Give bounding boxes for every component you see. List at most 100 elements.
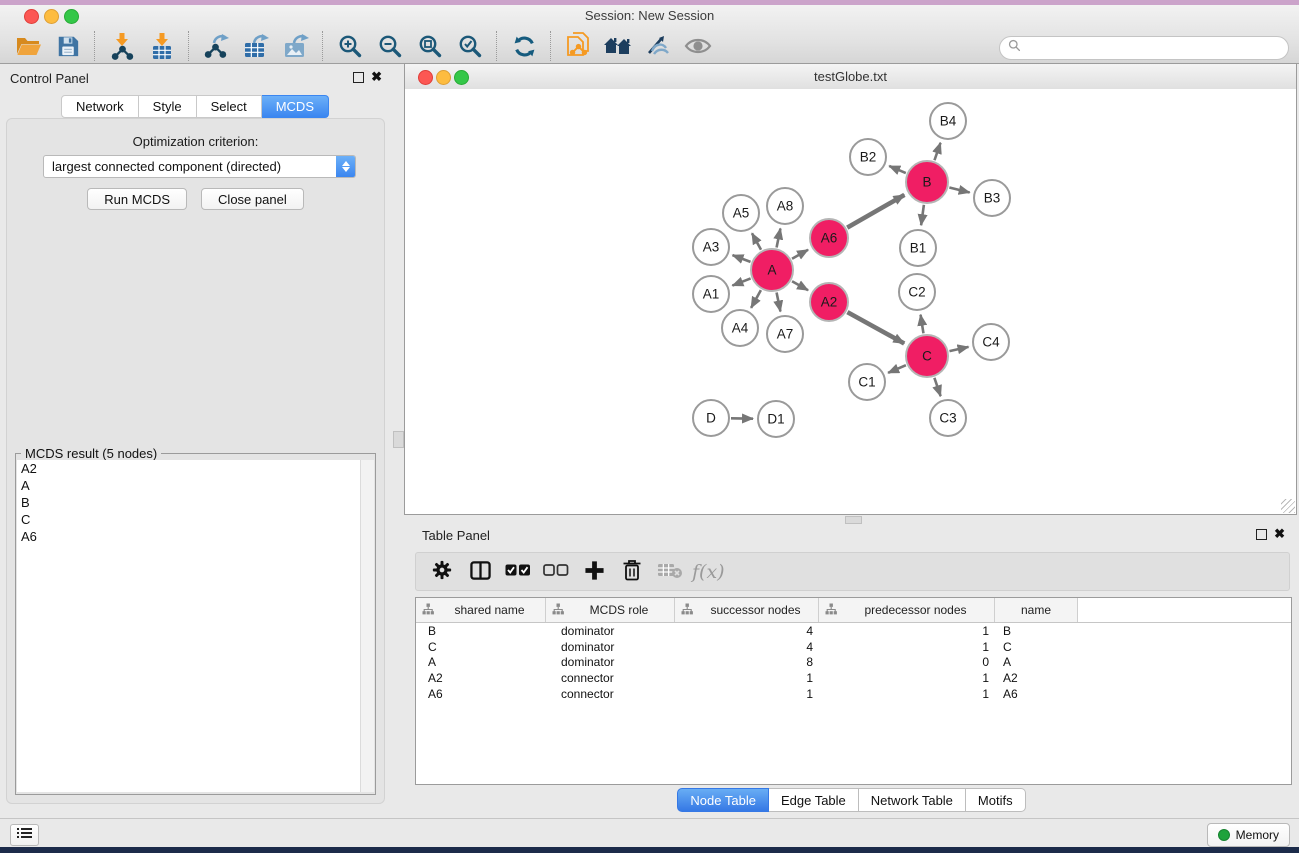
toolbar-hide-details-button[interactable] (638, 29, 678, 63)
edge-C-C2[interactable] (921, 315, 924, 334)
edge-C-C4[interactable] (949, 347, 968, 351)
search-box[interactable] (999, 36, 1289, 60)
toolbar-export-table-button[interactable] (236, 29, 276, 63)
mcds-result-item[interactable]: A2 (17, 460, 360, 477)
graph-node-B1[interactable]: B1 (900, 230, 936, 266)
graph-node-B[interactable]: B (906, 161, 948, 203)
edge-B-B2[interactable] (889, 166, 906, 173)
network-graph[interactable]: B4B2BB3A8A5A6A3B1AA1C2A2A4A7C4CC1C3DD1 (405, 89, 1296, 514)
column-header-shared-name[interactable]: shared name (416, 598, 546, 622)
network-canvas[interactable]: B4B2BB3A8A5A6A3B1AA1C2A2A4A7C4CC1C3DD1 (405, 89, 1296, 514)
column-header-name[interactable]: name (995, 598, 1078, 622)
toolbar-zoom-out-button[interactable] (370, 29, 410, 63)
column-header-successor-nodes[interactable]: successor nodes (675, 598, 819, 622)
minimize-traffic-light[interactable] (44, 9, 59, 24)
mcds-result-item[interactable]: A6 (17, 528, 360, 545)
table-cell[interactable]: dominator (546, 640, 675, 654)
toolbar-refresh-button[interactable] (504, 29, 544, 63)
network-minimize-traffic-light[interactable] (436, 70, 451, 85)
edge-A-A4[interactable] (751, 290, 761, 308)
table-cell[interactable]: A (416, 655, 546, 669)
graph-node-A4[interactable]: A4 (722, 310, 758, 346)
node-table[interactable]: shared nameMCDS rolesuccessor nodesprede… (415, 597, 1292, 785)
table-cell[interactable]: A2 (416, 671, 546, 685)
toolbar-home-button[interactable] (598, 29, 638, 63)
toolbar-zoom-selected-button[interactable] (450, 29, 490, 63)
table-cell[interactable]: B (995, 624, 1078, 638)
toolbar-open-folder-button[interactable] (8, 29, 48, 63)
float-panel-icon[interactable] (353, 72, 364, 83)
table-cell[interactable]: dominator (546, 655, 675, 669)
table-cell[interactable]: A6 (995, 687, 1078, 701)
function-builder-icon[interactable]: f(x) (692, 561, 725, 583)
graph-node-C1[interactable]: C1 (849, 364, 885, 400)
close-traffic-light[interactable] (24, 9, 39, 24)
graph-node-B4[interactable]: B4 (930, 103, 966, 139)
edge-A-A1[interactable] (732, 278, 750, 285)
graph-node-A2[interactable]: A2 (810, 283, 848, 321)
tab-network-table[interactable]: Network Table (859, 788, 966, 812)
graph-node-D[interactable]: D (693, 400, 729, 436)
toolbar-export-image-button[interactable] (276, 29, 316, 63)
table-cell[interactable]: 1 (675, 671, 819, 685)
edge-A-A3[interactable] (733, 255, 751, 262)
tab-network[interactable]: Network (61, 95, 139, 118)
graph-node-D1[interactable]: D1 (758, 401, 794, 437)
graph-node-A7[interactable]: A7 (767, 316, 803, 352)
edge-B-B3[interactable] (949, 187, 969, 192)
network-window-titlebar[interactable]: testGlobe.txt (405, 64, 1296, 90)
table-toolbar-columns-button[interactable] (462, 556, 498, 588)
graph-node-A3[interactable]: A3 (693, 229, 729, 265)
toolbar-network-document-button[interactable] (558, 29, 598, 63)
toolbar-export-network-button[interactable] (196, 29, 236, 63)
table-cell[interactable]: A6 (416, 687, 546, 701)
table-cell[interactable]: 4 (675, 640, 819, 654)
graph-node-A6[interactable]: A6 (810, 219, 848, 257)
mcds-result-list[interactable]: A2ABCA6 (17, 460, 360, 792)
close-panel-icon[interactable]: ✖ (371, 72, 382, 81)
table-row[interactable]: A2connector11A2 (416, 670, 1291, 686)
tab-mcds[interactable]: MCDS (262, 95, 329, 118)
toolbar-save-button[interactable] (48, 29, 88, 63)
graph-node-C4[interactable]: C4 (973, 324, 1009, 360)
toolbar-import-network-button[interactable] (102, 29, 142, 63)
edge-A-A2[interactable] (792, 281, 808, 290)
window-resize-grip[interactable] (1281, 499, 1295, 513)
tab-select[interactable]: Select (197, 95, 262, 118)
tab-node-table[interactable]: Node Table (677, 788, 769, 812)
column-header-predecessor-nodes[interactable]: predecessor nodes (819, 598, 995, 622)
edge-A-A7[interactable] (777, 293, 781, 312)
table-cell[interactable]: B (416, 624, 546, 638)
mcds-result-item[interactable]: A (17, 477, 360, 494)
table-cell[interactable]: 0 (819, 655, 995, 669)
network-zoom-traffic-light[interactable] (454, 70, 469, 85)
table-row[interactable]: Adominator80A (416, 654, 1291, 670)
toolbar-show-details-button[interactable] (678, 29, 718, 63)
graph-node-C[interactable]: C (906, 335, 948, 377)
tab-motifs[interactable]: Motifs (966, 788, 1026, 812)
edge-B-B4[interactable] (934, 143, 940, 161)
column-header-MCDS-role[interactable]: MCDS role (546, 598, 675, 622)
toolbar-import-table-button[interactable] (142, 29, 182, 63)
graph-node-B2[interactable]: B2 (850, 139, 886, 175)
toolbar-zoom-fit-button[interactable] (410, 29, 450, 63)
close-panel-button[interactable]: Close panel (201, 188, 304, 210)
mcds-result-item[interactable]: B (17, 494, 360, 511)
table-cell[interactable]: 1 (819, 624, 995, 638)
table-cell[interactable]: connector (546, 687, 675, 701)
criterion-dropdown[interactable]: largest connected component (directed) (43, 155, 356, 178)
table-cell[interactable]: 1 (819, 640, 995, 654)
edge-C-C3[interactable] (934, 378, 940, 396)
vertical-split-handle[interactable] (393, 431, 404, 448)
table-cell[interactable]: A (995, 655, 1078, 669)
table-cell[interactable]: C (995, 640, 1078, 654)
table-row[interactable]: Bdominator41B (416, 623, 1291, 639)
table-toolbar-delete-row-button[interactable] (614, 556, 650, 588)
graph-node-C3[interactable]: C3 (930, 400, 966, 436)
table-row[interactable]: Cdominator41C (416, 639, 1291, 655)
table-toolbar-add-row-button[interactable] (576, 556, 612, 588)
mcds-result-item[interactable]: C (17, 511, 360, 528)
edge-B-B1[interactable] (921, 205, 924, 225)
graph-node-A1[interactable]: A1 (693, 276, 729, 312)
table-toolbar-settings-button[interactable] (424, 556, 460, 588)
